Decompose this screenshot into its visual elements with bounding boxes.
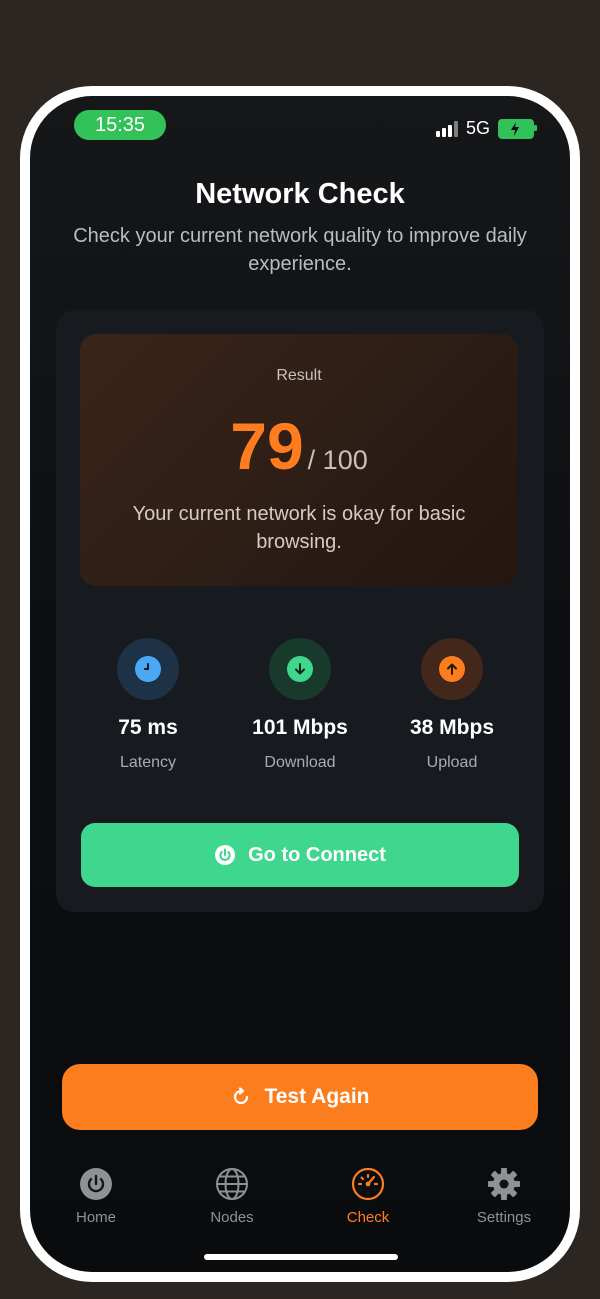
globe-icon	[216, 1168, 248, 1200]
tab-settings-label: Settings	[476, 1209, 532, 1226]
upload-icon-bg	[421, 638, 483, 700]
latency-label: Latency	[119, 754, 177, 771]
arrow-up-icon	[439, 656, 465, 682]
download-icon-bg	[269, 638, 331, 700]
go-to-connect-label: Go to Connect	[248, 843, 386, 866]
status-time: 15:35	[74, 110, 166, 140]
battery-icon	[498, 118, 537, 139]
network-type: 5G	[465, 118, 490, 138]
result-panel: Result 79/ 100 Your current network is o…	[80, 334, 518, 586]
stat-download: 101 Mbps Download	[240, 638, 360, 772]
upload-label: Upload	[426, 754, 478, 771]
result-description: Your current network is okay for basic b…	[132, 503, 466, 553]
tab-check[interactable]: Check	[313, 1166, 423, 1226]
upload-value: 38 Mbps	[409, 716, 495, 739]
go-to-connect-button[interactable]: Go to Connect	[81, 823, 519, 887]
test-again-button[interactable]: Test Again	[62, 1064, 538, 1130]
home-indicator[interactable]	[204, 1254, 398, 1260]
network-check-card: Result 79/ 100 Your current network is o…	[56, 310, 544, 912]
latency-icon-bg	[117, 638, 179, 700]
arrow-down-icon	[287, 656, 313, 682]
stat-latency: 75 ms Latency	[88, 638, 208, 772]
speedometer-icon	[351, 1167, 385, 1201]
tab-nodes[interactable]: Nodes	[177, 1166, 287, 1226]
download-value: 101 Mbps	[252, 716, 348, 739]
tab-home[interactable]: Home	[41, 1166, 151, 1226]
signal-icon	[435, 120, 458, 137]
page-subtitle: Check your current network quality to im…	[73, 225, 527, 275]
tab-check-label: Check	[346, 1209, 390, 1226]
bottom-tab-bar: Home Nodes Check Settings	[30, 1166, 570, 1236]
result-label: Result	[276, 367, 322, 384]
score-row: 79/ 100	[80, 408, 518, 484]
tab-settings[interactable]: Settings	[449, 1166, 559, 1226]
score-max: / 100	[307, 445, 368, 475]
test-again-label: Test Again	[264, 1085, 370, 1108]
tab-nodes-label: Nodes	[210, 1209, 254, 1226]
power-icon	[80, 1168, 112, 1200]
stat-upload: 38 Mbps Upload	[392, 638, 512, 772]
app-screen: 15:35 5G Network Check Check your curren…	[30, 96, 570, 1272]
latency-value: 75 ms	[118, 716, 178, 739]
tab-home-label: Home	[75, 1209, 116, 1226]
clock-icon	[135, 656, 161, 682]
status-indicators: 5G	[435, 118, 537, 139]
score-value: 79	[230, 409, 304, 483]
status-time-text: 15:35	[94, 113, 146, 136]
download-label: Download	[264, 754, 336, 771]
power-icon	[215, 845, 236, 865]
gear-icon	[488, 1168, 520, 1200]
refresh-icon	[234, 1087, 249, 1105]
page-title: Network Check	[195, 178, 405, 210]
